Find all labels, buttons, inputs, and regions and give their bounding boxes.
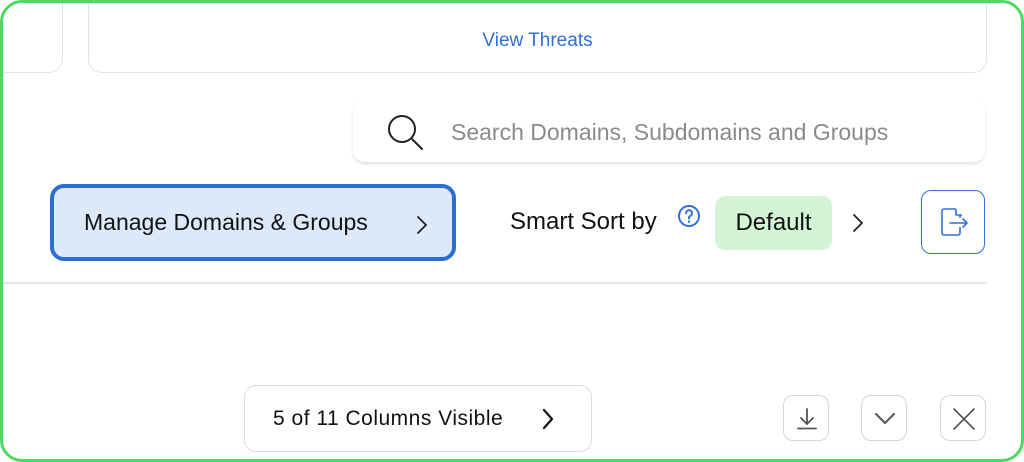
chevron-down-icon — [875, 413, 895, 424]
panel-frame: View Threats Manage Domains & Groups Sma… — [0, 0, 1024, 462]
sort-value-badge[interactable]: Default — [715, 196, 832, 250]
export-button[interactable] — [921, 190, 985, 254]
close-icon — [953, 408, 975, 430]
collapse-button[interactable] — [861, 395, 907, 441]
chevron-right-icon — [542, 408, 554, 430]
chevron-right-icon — [417, 216, 427, 234]
threats-card: View Threats — [88, 3, 987, 73]
close-button[interactable] — [940, 395, 986, 441]
chevron-right-icon[interactable] — [851, 212, 865, 234]
left-card — [3, 3, 63, 73]
search-bar[interactable] — [353, 100, 985, 162]
search-icon — [388, 115, 423, 150]
download-button[interactable] — [783, 395, 829, 441]
columns-visible-button[interactable]: 5 of 11 Columns Visible — [244, 385, 592, 452]
manage-domains-groups-label: Manage Domains & Groups — [84, 209, 368, 235]
section-divider — [3, 282, 987, 284]
manage-domains-groups-button[interactable]: Manage Domains & Groups — [50, 184, 456, 261]
export-icon — [941, 208, 968, 236]
download-icon — [797, 408, 817, 430]
help-icon[interactable] — [677, 204, 701, 228]
search-input[interactable] — [449, 114, 973, 150]
smart-sort-label: Smart Sort by — [510, 208, 657, 235]
columns-visible-label: 5 of 11 Columns Visible — [273, 407, 504, 430]
view-threats-link[interactable]: View Threats — [89, 30, 986, 52]
